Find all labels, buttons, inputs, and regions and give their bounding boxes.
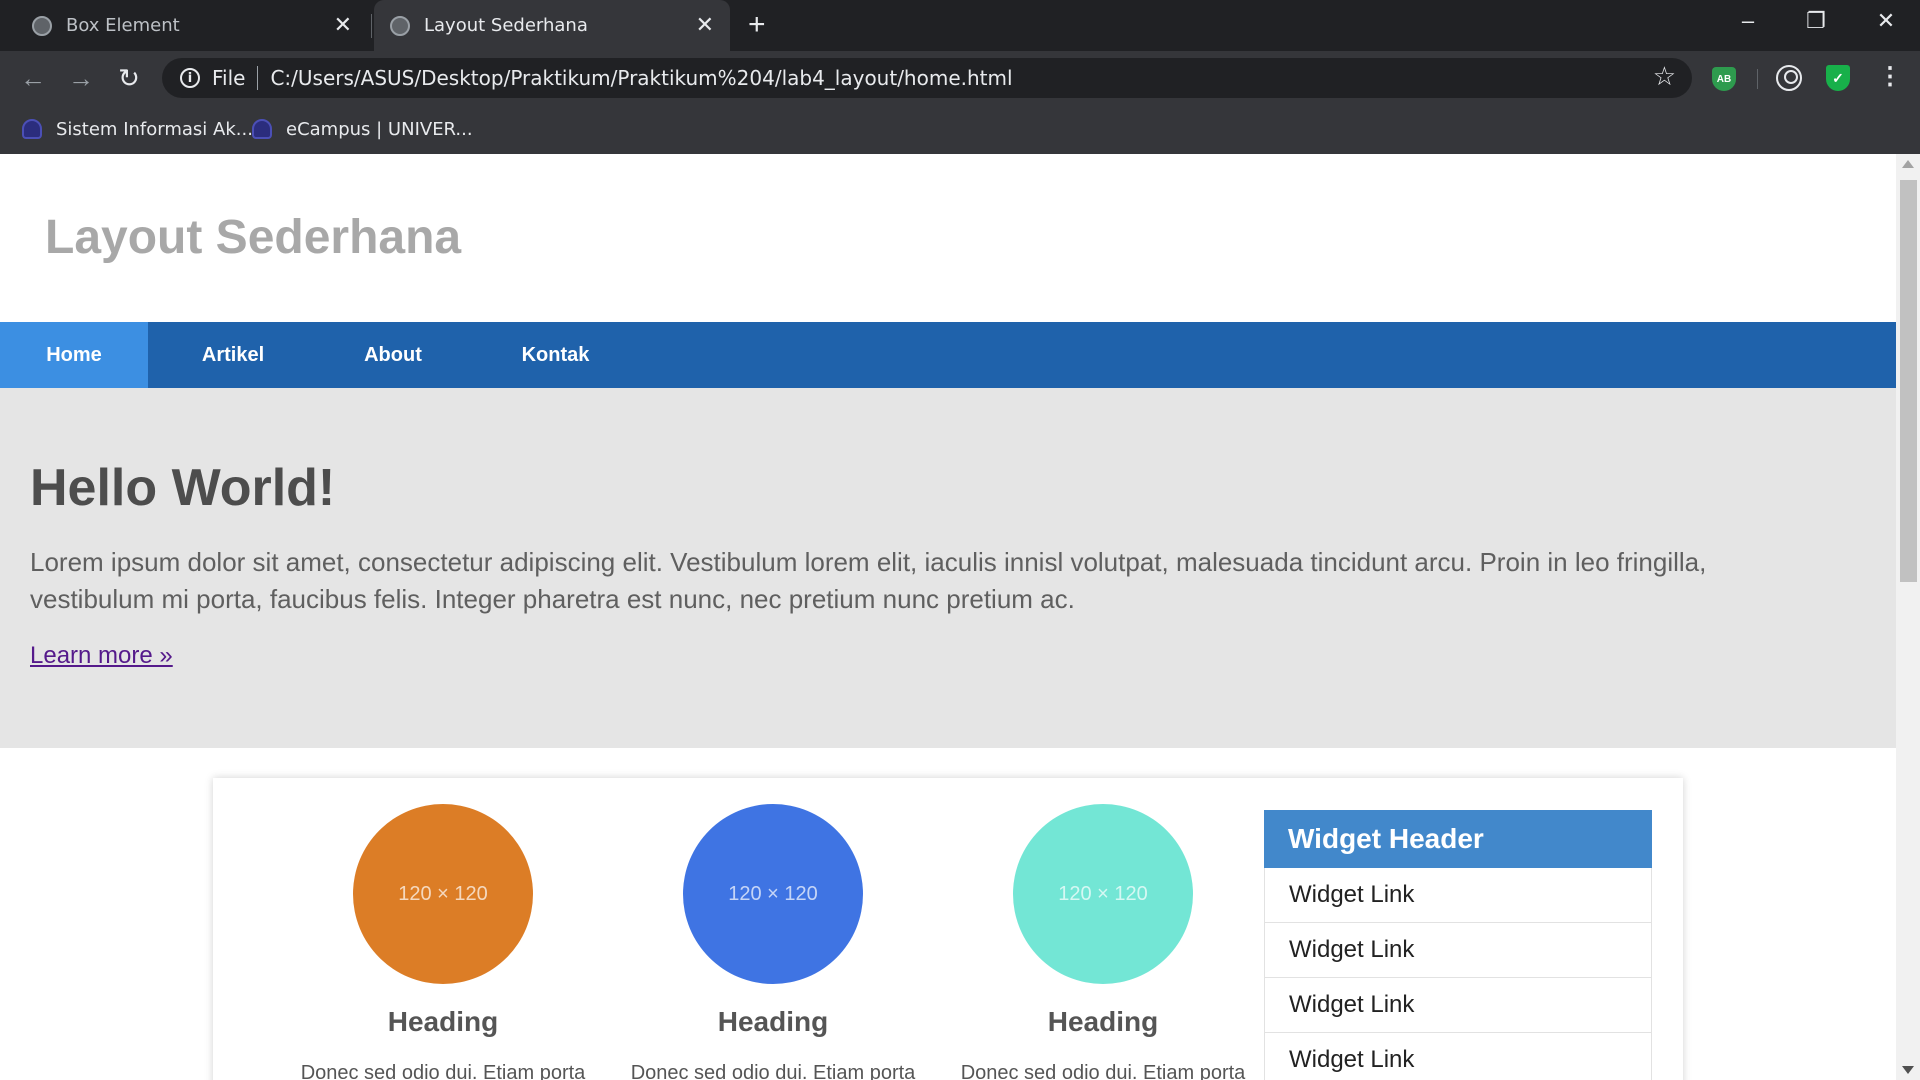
site-header: Layout Sederhana — [0, 154, 1896, 322]
close-tab-icon[interactable]: ✕ — [334, 14, 352, 37]
placeholder-image: 120 × 120 — [683, 804, 863, 984]
nav-item-kontak[interactable]: Kontak — [468, 322, 643, 388]
address-bar[interactable]: i File C:/Users/ASUS/Desktop/Praktikum/P… — [162, 58, 1692, 98]
page-viewport: Layout Sederhana Home Artikel About Kont… — [0, 154, 1920, 1080]
new-tab-button[interactable]: + — [748, 8, 766, 42]
feature-text: Donec sed odio dui. Etiam porta — [300, 1062, 586, 1080]
tab-box-element[interactable]: Box Element ✕ — [18, 0, 372, 51]
content-box: 120 × 120 Heading Donec sed odio dui. Et… — [213, 778, 1683, 1080]
info-icon[interactable]: i — [180, 68, 200, 88]
globe-icon — [32, 15, 52, 36]
close-tab-icon[interactable]: ✕ — [696, 14, 714, 37]
scrollbar-thumb[interactable] — [1900, 180, 1917, 582]
reload-button[interactable]: ↻ — [114, 64, 144, 92]
bookmark-star-icon[interactable]: ☆ — [1653, 62, 1676, 92]
globe-icon — [390, 15, 410, 36]
browser-toolbar: ← → ↻ i File C:/Users/ASUS/Desktop/Prakt… — [0, 51, 1920, 105]
tab-strip: Box Element ✕ Layout Sederhana ✕ + – ❐ ✕ — [0, 0, 1920, 51]
tab-title: Layout Sederhana — [424, 15, 588, 36]
feature-heading: Heading — [717, 1006, 829, 1037]
scroll-up-arrow-icon[interactable] — [1902, 160, 1914, 168]
page-scrollbar[interactable] — [1896, 154, 1920, 1080]
widget-link[interactable]: Widget Link — [1264, 868, 1652, 923]
sidebar-widget: Widget Header Widget Link Widget Link Wi… — [1264, 810, 1652, 1080]
scroll-down-arrow-icon[interactable] — [1902, 1066, 1914, 1074]
main-nav: Home Artikel About Kontak — [0, 322, 1896, 388]
hero-text: Lorem ipsum dolor sit amet, consectetur … — [30, 547, 1707, 614]
feature-heading: Heading — [387, 1006, 499, 1037]
close-window-button[interactable]: ✕ — [1866, 6, 1906, 36]
url-divider — [257, 66, 259, 90]
feature-card: 120 × 120 Heading Donec sed odio dui. Et… — [953, 804, 1253, 1080]
tab-layout-sederhana[interactable]: Layout Sederhana ✕ — [374, 0, 730, 51]
feature-text: Donec sed odio dui. Etiam porta — [960, 1062, 1246, 1080]
site-title: Layout Sederhana — [45, 211, 462, 264]
nav-item-artikel[interactable]: Artikel — [148, 322, 318, 388]
minimize-button[interactable]: – — [1728, 6, 1768, 36]
widget-header: Widget Header — [1264, 810, 1652, 868]
university-logo-icon — [22, 119, 42, 139]
bookmark-label: eCampus | UNIVER... — [286, 118, 473, 140]
back-button[interactable]: ← — [18, 64, 48, 92]
bookmark-sistem-informasi[interactable]: Sistem Informasi Ak... — [22, 115, 253, 143]
forward-button[interactable]: → — [66, 64, 96, 92]
web-page: Layout Sederhana Home Artikel About Kont… — [0, 154, 1896, 1080]
widget-link[interactable]: Widget Link — [1264, 1033, 1652, 1080]
nav-item-home[interactable]: Home — [0, 322, 148, 388]
placeholder-image: 120 × 120 — [1013, 804, 1193, 984]
tab-title: Box Element — [66, 15, 180, 36]
hero-section: Hello World! Lorem ipsum dolor sit amet,… — [0, 388, 1896, 748]
feature-card: 120 × 120 Heading Donec sed odio dui. Et… — [293, 804, 593, 1080]
adblock-extension-icon[interactable]: AB — [1712, 67, 1736, 91]
nav-item-about[interactable]: About — [318, 322, 468, 388]
widget-link[interactable]: Widget Link — [1264, 978, 1652, 1033]
placeholder-image: 120 × 120 — [353, 804, 533, 984]
security-extension-icon[interactable]: ✓ — [1826, 65, 1850, 91]
scheme-label: File — [212, 66, 246, 90]
hero-title: Hello World! — [30, 459, 336, 517]
learn-more-link[interactable]: Learn more » — [30, 642, 173, 670]
university-logo-icon — [252, 119, 272, 139]
url-text[interactable]: C:/Users/ASUS/Desktop/Praktikum/Praktiku… — [270, 66, 1012, 90]
bookmark-label: Sistem Informasi Ak... — [56, 118, 253, 140]
menu-kebab-icon[interactable]: ⋮ — [1878, 63, 1902, 91]
bookmark-ecampus[interactable]: eCampus | UNIVER... — [252, 115, 473, 143]
widget-link[interactable]: Widget Link — [1264, 923, 1652, 978]
feature-heading: Heading — [1047, 1006, 1159, 1037]
profile-icon[interactable] — [1776, 65, 1802, 91]
feature-card: 120 × 120 Heading Donec sed odio dui. Et… — [623, 804, 923, 1080]
feature-text: Donec sed odio dui. Etiam porta — [630, 1062, 916, 1080]
toolbar-divider — [1757, 69, 1758, 89]
restore-button[interactable]: ❐ — [1796, 6, 1836, 36]
bookmarks-bar: Sistem Informasi Ak... eCampus | UNIVER.… — [0, 105, 1920, 154]
